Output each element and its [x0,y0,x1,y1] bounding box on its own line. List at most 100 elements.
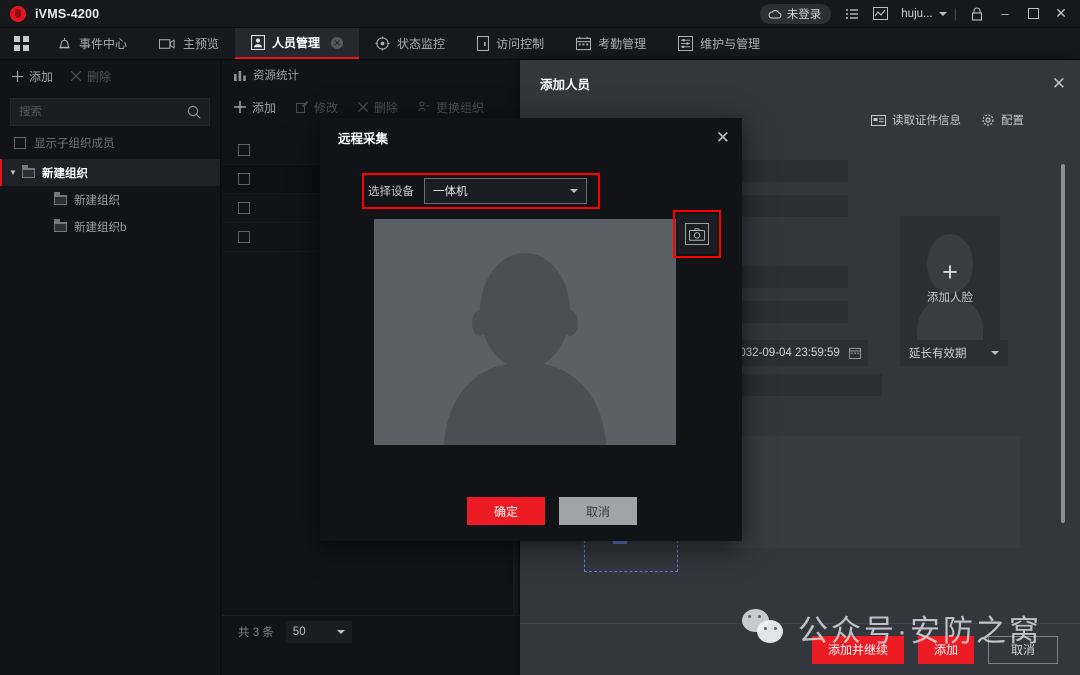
chevron-down-icon[interactable] [991,351,999,355]
form-field[interactable] [740,266,848,288]
title-bar-right-controls: 未登录 huju... | – ✕ [759,0,1080,28]
search-icon[interactable] [187,105,201,119]
tab-maintenance[interactable]: 维护与管理 [662,28,776,59]
app-launcher-button[interactable] [0,28,41,59]
form-field[interactable] [740,301,848,323]
checkbox-box[interactable] [14,137,26,149]
add-face-box[interactable]: + 添加人脸 [900,216,1000,350]
extend-validity-select[interactable]: 延长有效期 [900,340,1008,366]
chevron-down-icon[interactable] [938,11,947,16]
tab-attendance[interactable]: 考勤管理 [560,28,662,59]
edit-icon [296,101,309,113]
tab-close-icon[interactable]: ✕ [331,36,344,49]
highlight-box-capture [673,210,721,258]
cancel-button[interactable]: 取消 [559,497,638,525]
alarm-icon [57,36,72,51]
dialog-title: 远程采集 [338,131,389,146]
tab-label: 考勤管理 [598,37,647,51]
highlight-box-device-select [362,173,600,209]
move-org-icon [418,101,430,113]
list-icon[interactable] [839,1,865,27]
add-person-header: 添加人员 ✕ [520,60,1080,106]
org-tree-label: 新建组织 [74,194,120,207]
title-bar: iVMS-4200 未登录 huju... | – ✕ [0,0,1080,28]
row-checkbox[interactable] [238,231,250,243]
person-edit-button[interactable]: 修改 [296,99,338,116]
close-icon[interactable]: ✕ [716,129,730,146]
camera-icon [158,38,176,50]
resource-stats-button[interactable]: 资源统计 [222,60,520,90]
person-change-org-button[interactable]: 更换组织 [418,99,484,116]
tab-status-monitor[interactable]: 状态监控 [359,28,461,59]
org-delete-label: 删除 [87,69,112,84]
scrollbar-thumb[interactable] [1061,164,1065,523]
add-and-continue-button[interactable]: 添加并继续 [811,635,904,664]
org-tree-node-child-1[interactable]: 新建组织 [0,186,220,213]
folder-icon [54,218,67,232]
person-list-footer: 共 3 条 50 [222,615,520,648]
close-button[interactable]: ✕ [1048,1,1074,27]
remote-collection-dialog: 远程采集 ✕ 选择设备 一体机 确定 取消 [320,118,742,541]
person-card-icon [250,34,266,51]
x-icon [70,70,82,82]
org-tree-node-root[interactable]: ▼ 新建组织 [0,159,220,186]
add-face-label: 添加人脸 [927,292,973,304]
form-field[interactable] [726,374,882,396]
maximize-button[interactable] [1020,1,1046,27]
page-size-value: 50 [292,626,306,638]
drag-drop-zone[interactable] [584,537,678,572]
show-sub-members-checkbox[interactable]: 显示子组织成员 [0,126,220,159]
confirm-button[interactable]: 确定 [466,497,545,525]
chevron-down-icon[interactable] [336,630,345,634]
page-size-select[interactable]: 50 [285,621,352,643]
lock-icon[interactable] [964,1,990,27]
add-button[interactable]: 添加 [917,635,974,664]
org-delete-button[interactable]: 删除 [70,68,112,85]
person-delete-button[interactable]: 删除 [357,99,398,116]
config-button[interactable]: 配置 [981,112,1024,128]
expiry-date-field[interactable]: 2032-09-04 23:59:59 [726,340,868,366]
chart-icon[interactable] [867,1,893,27]
video-preview[interactable] [374,219,676,445]
tab-person-management[interactable]: 人员管理 ✕ [235,28,360,59]
person-add-button[interactable]: 添加 [234,99,276,116]
app-title: iVMS-4200 [35,6,100,21]
cloud-icon [768,9,782,19]
org-add-button[interactable]: 添加 [12,68,53,85]
row-checkbox[interactable] [238,173,250,185]
tab-access-control[interactable]: 访问控制 [461,28,560,59]
search-input[interactable] [19,106,187,118]
login-status-button[interactable]: 未登录 [759,3,832,24]
org-tree-label: 新建组织 [42,167,88,180]
org-search-box[interactable] [10,98,210,126]
minimize-button[interactable]: – [992,1,1018,27]
tab-event-center[interactable]: 事件中心 [41,28,143,59]
calendar-icon[interactable] [849,347,861,359]
tab-label: 事件中心 [79,37,128,51]
close-icon[interactable]: ✕ [1052,75,1066,92]
form-field[interactable] [740,160,848,182]
org-add-label: 添加 [29,69,54,84]
plus-icon [12,70,23,82]
tab-label: 人员管理 [272,36,321,50]
org-tree-node-child-2[interactable]: 新建组织b [0,213,220,240]
x-icon [357,101,369,113]
gear-icon [981,113,995,127]
plus-icon [234,101,246,113]
row-checkbox[interactable] [238,144,250,156]
show-sub-members-label: 显示子组织成员 [34,138,115,150]
read-card-info-button[interactable]: 读取证件信息 [871,112,961,128]
add-person-scrollbar[interactable] [1061,164,1065,523]
row-checkbox[interactable] [238,202,250,214]
tab-label: 访问控制 [496,37,545,51]
chevron-down-icon[interactable]: ▼ [4,168,22,177]
form-field[interactable] [740,195,848,217]
folder-icon [54,191,67,205]
org-tree-label: 新建组织b [74,221,127,234]
settings-list-icon [678,35,694,52]
cancel-button[interactable]: 取消 [987,635,1058,664]
person-change-org-label: 更换组织 [436,100,485,115]
person-add-label: 添加 [252,100,277,115]
tab-main-preview[interactable]: 主预览 [143,28,235,59]
user-name-label[interactable]: huju... [895,8,934,20]
